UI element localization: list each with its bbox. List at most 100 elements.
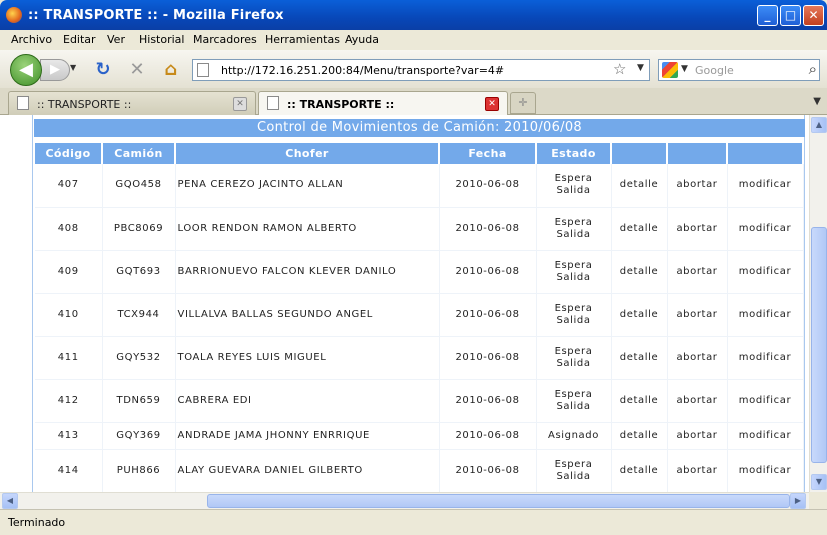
cell-camion: PBC8069 <box>102 207 176 251</box>
detalle-link[interactable]: detalle <box>611 293 668 337</box>
cell-codigo: 414 <box>35 449 103 493</box>
col-action-1 <box>611 143 668 164</box>
history-dropdown-icon[interactable]: ▼ <box>70 63 76 72</box>
cell-estado: Espera Salida <box>536 250 612 294</box>
tab-transporte-2[interactable]: :: TRANSPORTE :: ✕ <box>258 91 508 116</box>
cell-chofer: PENA CEREZO JACINTO ALLAN <box>175 164 440 208</box>
col-action-2 <box>667 143 728 164</box>
estado-line: Salida <box>556 228 591 240</box>
page-title: Control de Movimientos de Camión: 2010/0… <box>34 119 805 137</box>
abortar-link[interactable]: abortar <box>667 207 728 251</box>
cell-codigo: 413 <box>35 422 103 450</box>
url-text[interactable]: http://172.16.251.200:84/Menu/transporte… <box>221 64 504 77</box>
scroll-up-icon[interactable]: ▲ <box>811 117 827 133</box>
cell-estado: Espera Salida <box>536 336 612 380</box>
google-icon[interactable] <box>662 62 678 78</box>
abortar-link[interactable]: abortar <box>667 336 728 380</box>
menu-ayuda[interactable]: Ayuda <box>345 33 379 46</box>
cell-camion: PUH866 <box>102 449 176 493</box>
search-box[interactable]: ▼ Google ⌕ <box>658 59 820 81</box>
new-tab-button[interactable]: ✛ <box>510 92 536 114</box>
col-fecha: Fecha <box>439 143 537 164</box>
detalle-link[interactable]: detalle <box>611 449 668 493</box>
search-engine-dropdown-icon[interactable]: ▼ <box>681 64 688 74</box>
horizontal-scroll-thumb[interactable] <box>207 494 790 508</box>
cell-chofer: VILLALVA BALLAS SEGUNDO ANGEL <box>175 293 440 337</box>
scroll-left-icon[interactable]: ◀ <box>2 493 18 509</box>
cell-fecha: 2010-06-08 <box>439 379 537 423</box>
scroll-down-icon[interactable]: ▼ <box>811 474 827 490</box>
cell-chofer: BARRIONUEVO FALCON KLEVER DANILO <box>175 250 440 294</box>
estado-line: Salida <box>556 400 591 412</box>
cell-fecha: 2010-06-08 <box>439 207 537 251</box>
table-row: 411 GQY532 TOALA REYES LUIS MIGUEL 2010-… <box>35 336 804 380</box>
vertical-scrollbar[interactable]: ▲ ▼ <box>809 115 827 492</box>
close-window-button[interactable]: ✕ <box>803 5 824 26</box>
modificar-link[interactable]: modificar <box>727 293 804 337</box>
cell-estado: Espera Salida <box>536 164 612 208</box>
modificar-link[interactable]: modificar <box>727 164 804 208</box>
cell-camion: TCX944 <box>102 293 176 337</box>
home-button[interactable]: ⌂ <box>160 59 182 81</box>
cell-codigo: 407 <box>35 164 103 208</box>
modificar-link[interactable]: modificar <box>727 336 804 380</box>
abortar-link[interactable]: abortar <box>667 293 728 337</box>
stop-button[interactable]: ✕ <box>126 59 148 81</box>
page-icon <box>197 63 209 77</box>
abortar-link[interactable]: abortar <box>667 379 728 423</box>
col-codigo: Código <box>35 143 103 164</box>
detalle-link[interactable]: detalle <box>611 336 668 380</box>
abortar-link[interactable]: abortar <box>667 250 728 294</box>
close-tab-icon[interactable]: ✕ <box>485 97 499 111</box>
horizontal-scrollbar[interactable]: ◀ ▶ <box>0 492 809 509</box>
abortar-link[interactable]: abortar <box>667 422 728 450</box>
cell-chofer: TOALA REYES LUIS MIGUEL <box>175 336 440 380</box>
menu-editar[interactable]: Editar <box>63 33 96 46</box>
menu-historial[interactable]: Historial <box>139 33 184 46</box>
close-tab-icon[interactable]: ✕ <box>233 97 247 111</box>
status-text: Terminado <box>8 516 66 529</box>
col-camion: Camión <box>102 143 176 164</box>
page-icon <box>267 96 279 110</box>
reload-button[interactable]: ↻ <box>92 59 114 81</box>
abortar-link[interactable]: abortar <box>667 164 728 208</box>
cell-estado: Espera Salida <box>536 449 612 493</box>
modificar-link[interactable]: modificar <box>727 379 804 423</box>
tab-list-dropdown-icon[interactable]: ▼ <box>813 96 821 107</box>
address-bar[interactable]: http://172.16.251.200:84/Menu/transporte… <box>192 59 650 81</box>
search-input[interactable]: Google <box>695 64 734 77</box>
search-icon[interactable]: ⌕ <box>809 60 817 78</box>
menu-archivo[interactable]: Archivo <box>11 33 52 46</box>
url-dropdown-icon[interactable]: ▼ <box>637 63 644 73</box>
abortar-link[interactable]: abortar <box>667 449 728 493</box>
bookmark-star-icon[interactable]: ☆ <box>613 60 626 78</box>
modificar-link[interactable]: modificar <box>727 422 804 450</box>
cell-codigo: 411 <box>35 336 103 380</box>
maximize-button[interactable]: □ <box>780 5 801 26</box>
forward-button[interactable]: ▶ <box>40 59 70 81</box>
back-button[interactable]: ◀ <box>10 54 42 86</box>
cell-fecha: 2010-06-08 <box>439 449 537 493</box>
page-icon <box>17 96 29 110</box>
cell-camion: TDN659 <box>102 379 176 423</box>
modificar-link[interactable]: modificar <box>727 250 804 294</box>
menu-herramientas[interactable]: Herramientas <box>265 33 340 46</box>
detalle-link[interactable]: detalle <box>611 207 668 251</box>
tab-transporte-1[interactable]: :: TRANSPORTE :: ✕ <box>8 91 256 115</box>
vertical-scroll-thumb[interactable] <box>811 227 827 463</box>
estado-line: Salida <box>556 470 591 482</box>
estado-line: Espera <box>554 458 593 470</box>
minimize-button[interactable]: _ <box>757 5 778 26</box>
scroll-right-icon[interactable]: ▶ <box>790 493 806 509</box>
modificar-link[interactable]: modificar <box>727 207 804 251</box>
modificar-link[interactable]: modificar <box>727 449 804 493</box>
menu-ver[interactable]: Ver <box>107 33 125 46</box>
tab-label: :: TRANSPORTE :: <box>37 98 132 111</box>
detalle-link[interactable]: detalle <box>611 250 668 294</box>
detalle-link[interactable]: detalle <box>611 422 668 450</box>
detalle-link[interactable]: detalle <box>611 379 668 423</box>
menu-marcadores[interactable]: Marcadores <box>193 33 257 46</box>
cell-fecha: 2010-06-08 <box>439 250 537 294</box>
detalle-link[interactable]: detalle <box>611 164 668 208</box>
col-estado: Estado <box>536 143 612 164</box>
